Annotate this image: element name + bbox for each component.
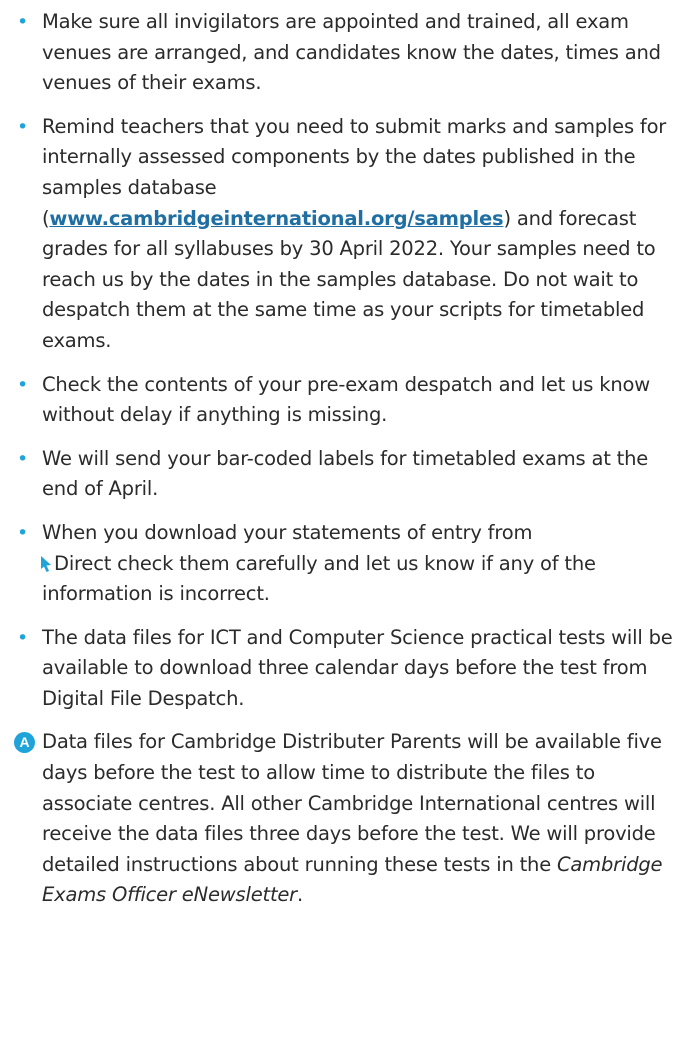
list-item-text: Make sure all invigilators are appointed…	[42, 10, 661, 95]
bullet-dot-icon: •	[17, 115, 29, 138]
direct-brand-text: Direct	[54, 551, 112, 575]
note-badge-icon: A	[14, 732, 35, 754]
list-item: • Check the contents of your pre-exam de…	[17, 370, 683, 431]
list-item-text: Check the contents of your pre-exam desp…	[42, 372, 650, 427]
bullet-dot-icon: •	[17, 447, 29, 470]
list-item: • When you download your statements of e…	[17, 518, 683, 610]
list-item-text: check them carefully and let us know if …	[42, 551, 596, 606]
page: • Make sure all invigilators are appoint…	[0, 7, 689, 1048]
list-item-text: The data files for ICT and Computer Scie…	[42, 625, 673, 710]
bullet-dot-icon: •	[17, 626, 29, 649]
cursor-arrow-icon	[41, 555, 51, 572]
samples-link[interactable]: www.cambridgeinternational.org/samples	[49, 207, 503, 230]
note-text-end: .	[297, 883, 304, 907]
list-item: • The data files for ICT and Computer Sc…	[17, 623, 683, 715]
bullet-dot-icon: •	[17, 521, 29, 544]
note-item: A Data files for Cambridge Distributer P…	[14, 727, 683, 911]
bullet-dot-icon: •	[17, 373, 29, 396]
list-item-text: We will send your bar-coded labels for t…	[42, 446, 649, 501]
list-item-text: When you download your statements of ent…	[42, 520, 533, 544]
bullet-dot-icon: •	[17, 11, 29, 33]
list-item: • Make sure all invigilators are appoint…	[17, 7, 683, 99]
bullet-list: • Make sure all invigilators are appoint…	[14, 7, 683, 911]
list-item: • Remind teachers that you need to submi…	[17, 112, 683, 357]
list-item: • We will send your bar-coded labels for…	[17, 444, 683, 505]
